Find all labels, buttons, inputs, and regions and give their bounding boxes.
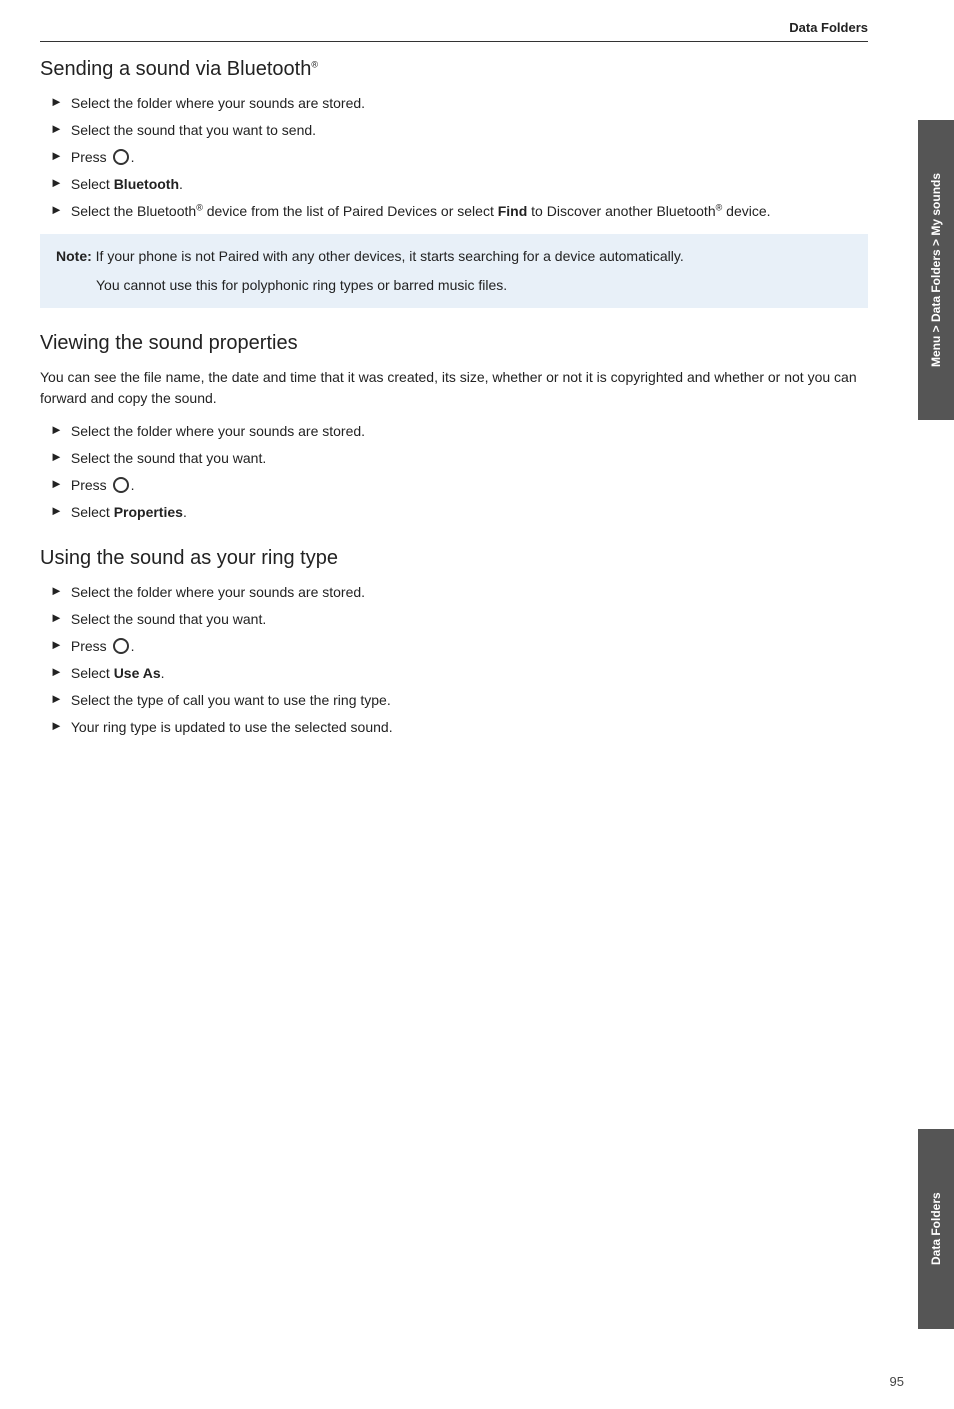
bullet-arrow-icon: ► (50, 202, 63, 217)
step-text: Select the type of call you want to use … (71, 690, 391, 711)
list-item: ► Press . (40, 475, 868, 496)
list-item: ► Select the Bluetooth® device from the … (40, 201, 868, 222)
side-tab-top: Menu > Data Folders > My sounds (918, 120, 954, 420)
step-text: Select the folder where your sounds are … (71, 421, 365, 442)
bullet-arrow-icon: ► (50, 148, 63, 163)
page-header: Data Folders (40, 20, 868, 42)
list-item: ► Select the sound that you want. (40, 609, 868, 630)
bullet-arrow-icon: ► (50, 94, 63, 109)
list-item: ► Select the sound that you want to send… (40, 120, 868, 141)
step-text: Select the Bluetooth® device from the li… (71, 201, 771, 222)
list-item: ► Select the type of call you want to us… (40, 690, 868, 711)
header-title: Data Folders (789, 20, 868, 35)
bullet-arrow-icon: ► (50, 503, 63, 518)
section-heading-sending: Sending a sound via Bluetooth® (40, 58, 868, 81)
step-text: Select the sound that you want. (71, 448, 266, 469)
note-main-text: If your phone is not Paired with any oth… (96, 248, 684, 264)
bullet-arrow-icon: ► (50, 476, 63, 491)
bullet-arrow-icon: ► (50, 664, 63, 679)
step-text: Select Properties. (71, 502, 187, 523)
step-text: Your ring type is updated to use the sel… (71, 717, 393, 738)
bullet-arrow-icon: ► (50, 583, 63, 598)
note-sub-text: You cannot use this for polyphonic ring … (96, 275, 852, 296)
step-text: Press . (71, 147, 135, 168)
list-item: ► Select Bluetooth. (40, 174, 868, 195)
sending-steps-list: ► Select the folder where your sounds ar… (40, 93, 868, 222)
step-text: Press . (71, 475, 135, 496)
circle-o-icon (113, 149, 129, 165)
list-item: ► Select the folder where your sounds ar… (40, 421, 868, 442)
bullet-arrow-icon: ► (50, 422, 63, 437)
list-item: ► Select Use As. (40, 663, 868, 684)
bullet-arrow-icon: ► (50, 691, 63, 706)
list-item: ► Press . (40, 147, 868, 168)
list-item: ► Your ring type is updated to use the s… (40, 717, 868, 738)
bullet-arrow-icon: ► (50, 610, 63, 625)
bullet-arrow-icon: ► (50, 175, 63, 190)
list-item: ► Select the folder where your sounds ar… (40, 582, 868, 603)
circle-o-icon (113, 638, 129, 654)
list-item: ► Press . (40, 636, 868, 657)
step-text: Select Bluetooth. (71, 174, 183, 195)
viewing-intro: You can see the file name, the date and … (40, 367, 868, 409)
section-heading-viewing: Viewing the sound properties (40, 332, 868, 355)
page-container: Menu > Data Folders > My sounds Data Fol… (0, 0, 954, 1409)
step-text: Select the folder where your sounds are … (71, 582, 365, 603)
using-steps-list: ► Select the folder where your sounds ar… (40, 582, 868, 738)
note-box: Note: If your phone is not Paired with a… (40, 234, 868, 308)
bullet-arrow-icon: ► (50, 637, 63, 652)
side-tab-bottom-label: Data Folders (929, 1193, 943, 1266)
side-tab-bottom: Data Folders (918, 1129, 954, 1329)
page-number-text: 95 (890, 1374, 904, 1389)
step-text: Select Use As. (71, 663, 165, 684)
list-item: ► Select the folder where your sounds ar… (40, 93, 868, 114)
bullet-arrow-icon: ► (50, 718, 63, 733)
page-number: 95 (890, 1374, 904, 1389)
step-text: Select the folder where your sounds are … (71, 93, 365, 114)
list-item: ► Select Properties. (40, 502, 868, 523)
step-text: Select the sound that you want. (71, 609, 266, 630)
main-content: Data Folders Sending a sound via Bluetoo… (0, 0, 918, 1409)
bullet-arrow-icon: ► (50, 449, 63, 464)
circle-o-icon (113, 477, 129, 493)
bullet-arrow-icon: ► (50, 121, 63, 136)
section-heading-using: Using the sound as your ring type (40, 547, 868, 570)
step-text: Select the sound that you want to send. (71, 120, 316, 141)
side-tab-top-label: Menu > Data Folders > My sounds (929, 173, 943, 367)
viewing-steps-list: ► Select the folder where your sounds ar… (40, 421, 868, 523)
step-text: Press . (71, 636, 135, 657)
note-title: Note: (56, 248, 92, 264)
list-item: ► Select the sound that you want. (40, 448, 868, 469)
